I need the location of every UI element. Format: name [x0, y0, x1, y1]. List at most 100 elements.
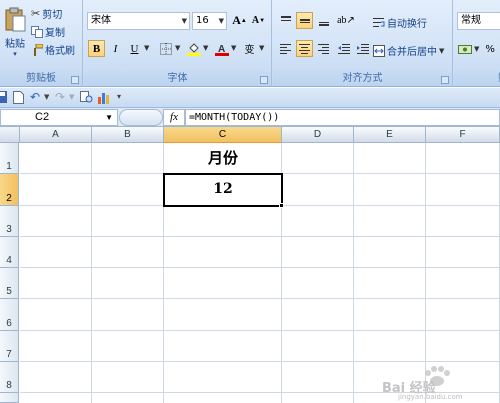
fill-handle[interactable]: [279, 203, 284, 208]
font-color-button[interactable]: A: [213, 40, 230, 57]
cut-button[interactable]: ✂ 剪切: [31, 6, 62, 21]
new-document-icon[interactable]: [13, 91, 24, 104]
percent-label[interactable]: %: [485, 44, 495, 55]
underline-dropdown-icon[interactable]: ▼: [144, 44, 149, 52]
merge-center-button[interactable]: 合并后居中 ▼: [373, 43, 444, 58]
column-header-f[interactable]: F: [426, 127, 500, 143]
cell-c1[interactable]: 月份: [164, 143, 282, 174]
row-header-label: 2: [6, 193, 12, 204]
font-dialog-launcher[interactable]: [260, 76, 268, 84]
formula-bar-splitter[interactable]: [119, 109, 163, 126]
print-preview-icon[interactable]: [80, 91, 94, 104]
phonetic-dropdown-icon[interactable]: ▼: [259, 44, 264, 52]
clipboard-dialog-launcher[interactable]: [71, 76, 79, 84]
row-header-3[interactable]: 3: [0, 206, 19, 237]
row-header-9[interactable]: [0, 393, 19, 403]
align-right-button[interactable]: [315, 40, 332, 57]
chevron-down-icon: ▼: [181, 17, 187, 25]
column-header-label: C: [218, 129, 227, 140]
customize-toolbar-icon[interactable]: ▾: [117, 92, 121, 101]
wrap-text-icon: [373, 17, 385, 27]
align-top-button[interactable]: [277, 12, 294, 29]
insert-function-button[interactable]: fx: [163, 109, 185, 126]
font-color-dropdown-icon[interactable]: ▼: [231, 44, 236, 52]
number-group: 常规 ▼ % 数: [454, 0, 500, 87]
font-color-icon: A: [214, 44, 229, 56]
gridline: [20, 361, 500, 362]
wrap-text-label: 自动换行: [387, 19, 427, 30]
row-header-5[interactable]: 5: [0, 268, 19, 299]
row-header-8[interactable]: 8: [0, 362, 19, 393]
copy-button[interactable]: 复制: [31, 24, 65, 39]
align-left-button[interactable]: [277, 40, 294, 57]
number-group-label: 数: [454, 71, 500, 86]
gridline: [353, 143, 354, 403]
format-painter-button[interactable]: 格式刷: [31, 42, 75, 57]
bold-label: B: [92, 42, 101, 55]
increase-indent-icon: [356, 43, 369, 54]
row-header-6[interactable]: 6: [0, 299, 19, 331]
paste-icon: [5, 7, 26, 31]
fill-color-dropdown-icon[interactable]: ▼: [203, 44, 208, 52]
worksheet-grid[interactable]: A B C D E F 1 2 3 4 5 6 7 8 月份 12 Bai 经验…: [0, 127, 500, 403]
borders-dropdown-icon[interactable]: ▼: [175, 44, 180, 52]
shrink-font-button[interactable]: A ▼: [250, 12, 267, 29]
quick-access-toolbar: ↶ ▼ ↷ ▼ ▾: [0, 88, 500, 108]
formula-input[interactable]: =MONTH(TODAY()): [185, 109, 500, 126]
redo-icon[interactable]: ↷: [55, 90, 65, 104]
font-name-combo[interactable]: 宋体 ▼: [87, 12, 190, 30]
bold-button[interactable]: B: [88, 40, 105, 57]
cut-label: 剪切: [42, 10, 63, 21]
watermark-url: jingyan.baidu.com: [398, 393, 463, 401]
fx-label: fx: [170, 111, 178, 123]
borders-icon: [159, 42, 172, 55]
row-header-4[interactable]: 4: [0, 237, 19, 268]
row-header-2[interactable]: 2: [0, 174, 19, 206]
phonetic-button[interactable]: 变: [241, 40, 258, 57]
redo-dropdown-icon[interactable]: ▼: [69, 93, 74, 101]
row-header-7[interactable]: 7: [0, 331, 19, 362]
currency-button[interactable]: ▼ %: [458, 43, 495, 55]
column-header-c[interactable]: C: [164, 127, 282, 143]
name-box[interactable]: C2 ▼: [0, 109, 118, 126]
underline-button[interactable]: U: [126, 40, 143, 57]
align-bottom-icon: [318, 21, 329, 26]
undo-dropdown-icon[interactable]: ▼: [44, 93, 49, 101]
chevron-down-icon: ▼: [474, 45, 480, 53]
gridline: [20, 236, 500, 237]
orientation-button[interactable]: ab↗: [335, 12, 357, 29]
align-bottom-button[interactable]: [315, 12, 332, 29]
fill-color-button[interactable]: [185, 40, 202, 57]
format-painter-icon: [34, 43, 43, 56]
font-size-combo[interactable]: 16 ▼: [192, 12, 227, 30]
clipboard-group-label: 剪贴板: [0, 71, 82, 86]
row-header-1[interactable]: 1: [0, 143, 19, 174]
chart-icon[interactable]: [97, 91, 110, 104]
column-header-label: F: [459, 129, 466, 140]
undo-icon[interactable]: ↶: [30, 90, 40, 104]
row-header-label: 7: [6, 349, 12, 360]
select-all-corner[interactable]: [0, 127, 20, 143]
column-header-d[interactable]: D: [282, 127, 354, 143]
column-header-e[interactable]: E: [354, 127, 426, 143]
align-center-button[interactable]: [296, 40, 313, 57]
borders-button[interactable]: [157, 40, 174, 57]
gridline: [91, 143, 92, 403]
align-middle-button[interactable]: [296, 12, 313, 29]
grow-font-button[interactable]: A ▲: [231, 12, 248, 29]
underline-label: U: [130, 42, 139, 55]
wrap-text-button[interactable]: 自动换行: [373, 15, 427, 30]
alignment-dialog-launcher[interactable]: [441, 76, 449, 84]
italic-button[interactable]: I: [107, 40, 124, 57]
decrease-indent-button[interactable]: [335, 40, 352, 57]
row-header-label: 3: [6, 224, 12, 235]
grow-font-label: A: [232, 13, 241, 27]
font-group-label: 字体: [84, 71, 271, 86]
column-header-b[interactable]: B: [92, 127, 164, 143]
chevron-down-icon: ▾: [13, 49, 17, 58]
number-format-combo[interactable]: 常规: [457, 12, 500, 30]
increase-indent-button[interactable]: [354, 40, 371, 57]
save-icon[interactable]: [0, 91, 8, 104]
paste-button[interactable]: 粘贴 ▾: [2, 4, 28, 60]
column-header-a[interactable]: A: [20, 127, 92, 143]
